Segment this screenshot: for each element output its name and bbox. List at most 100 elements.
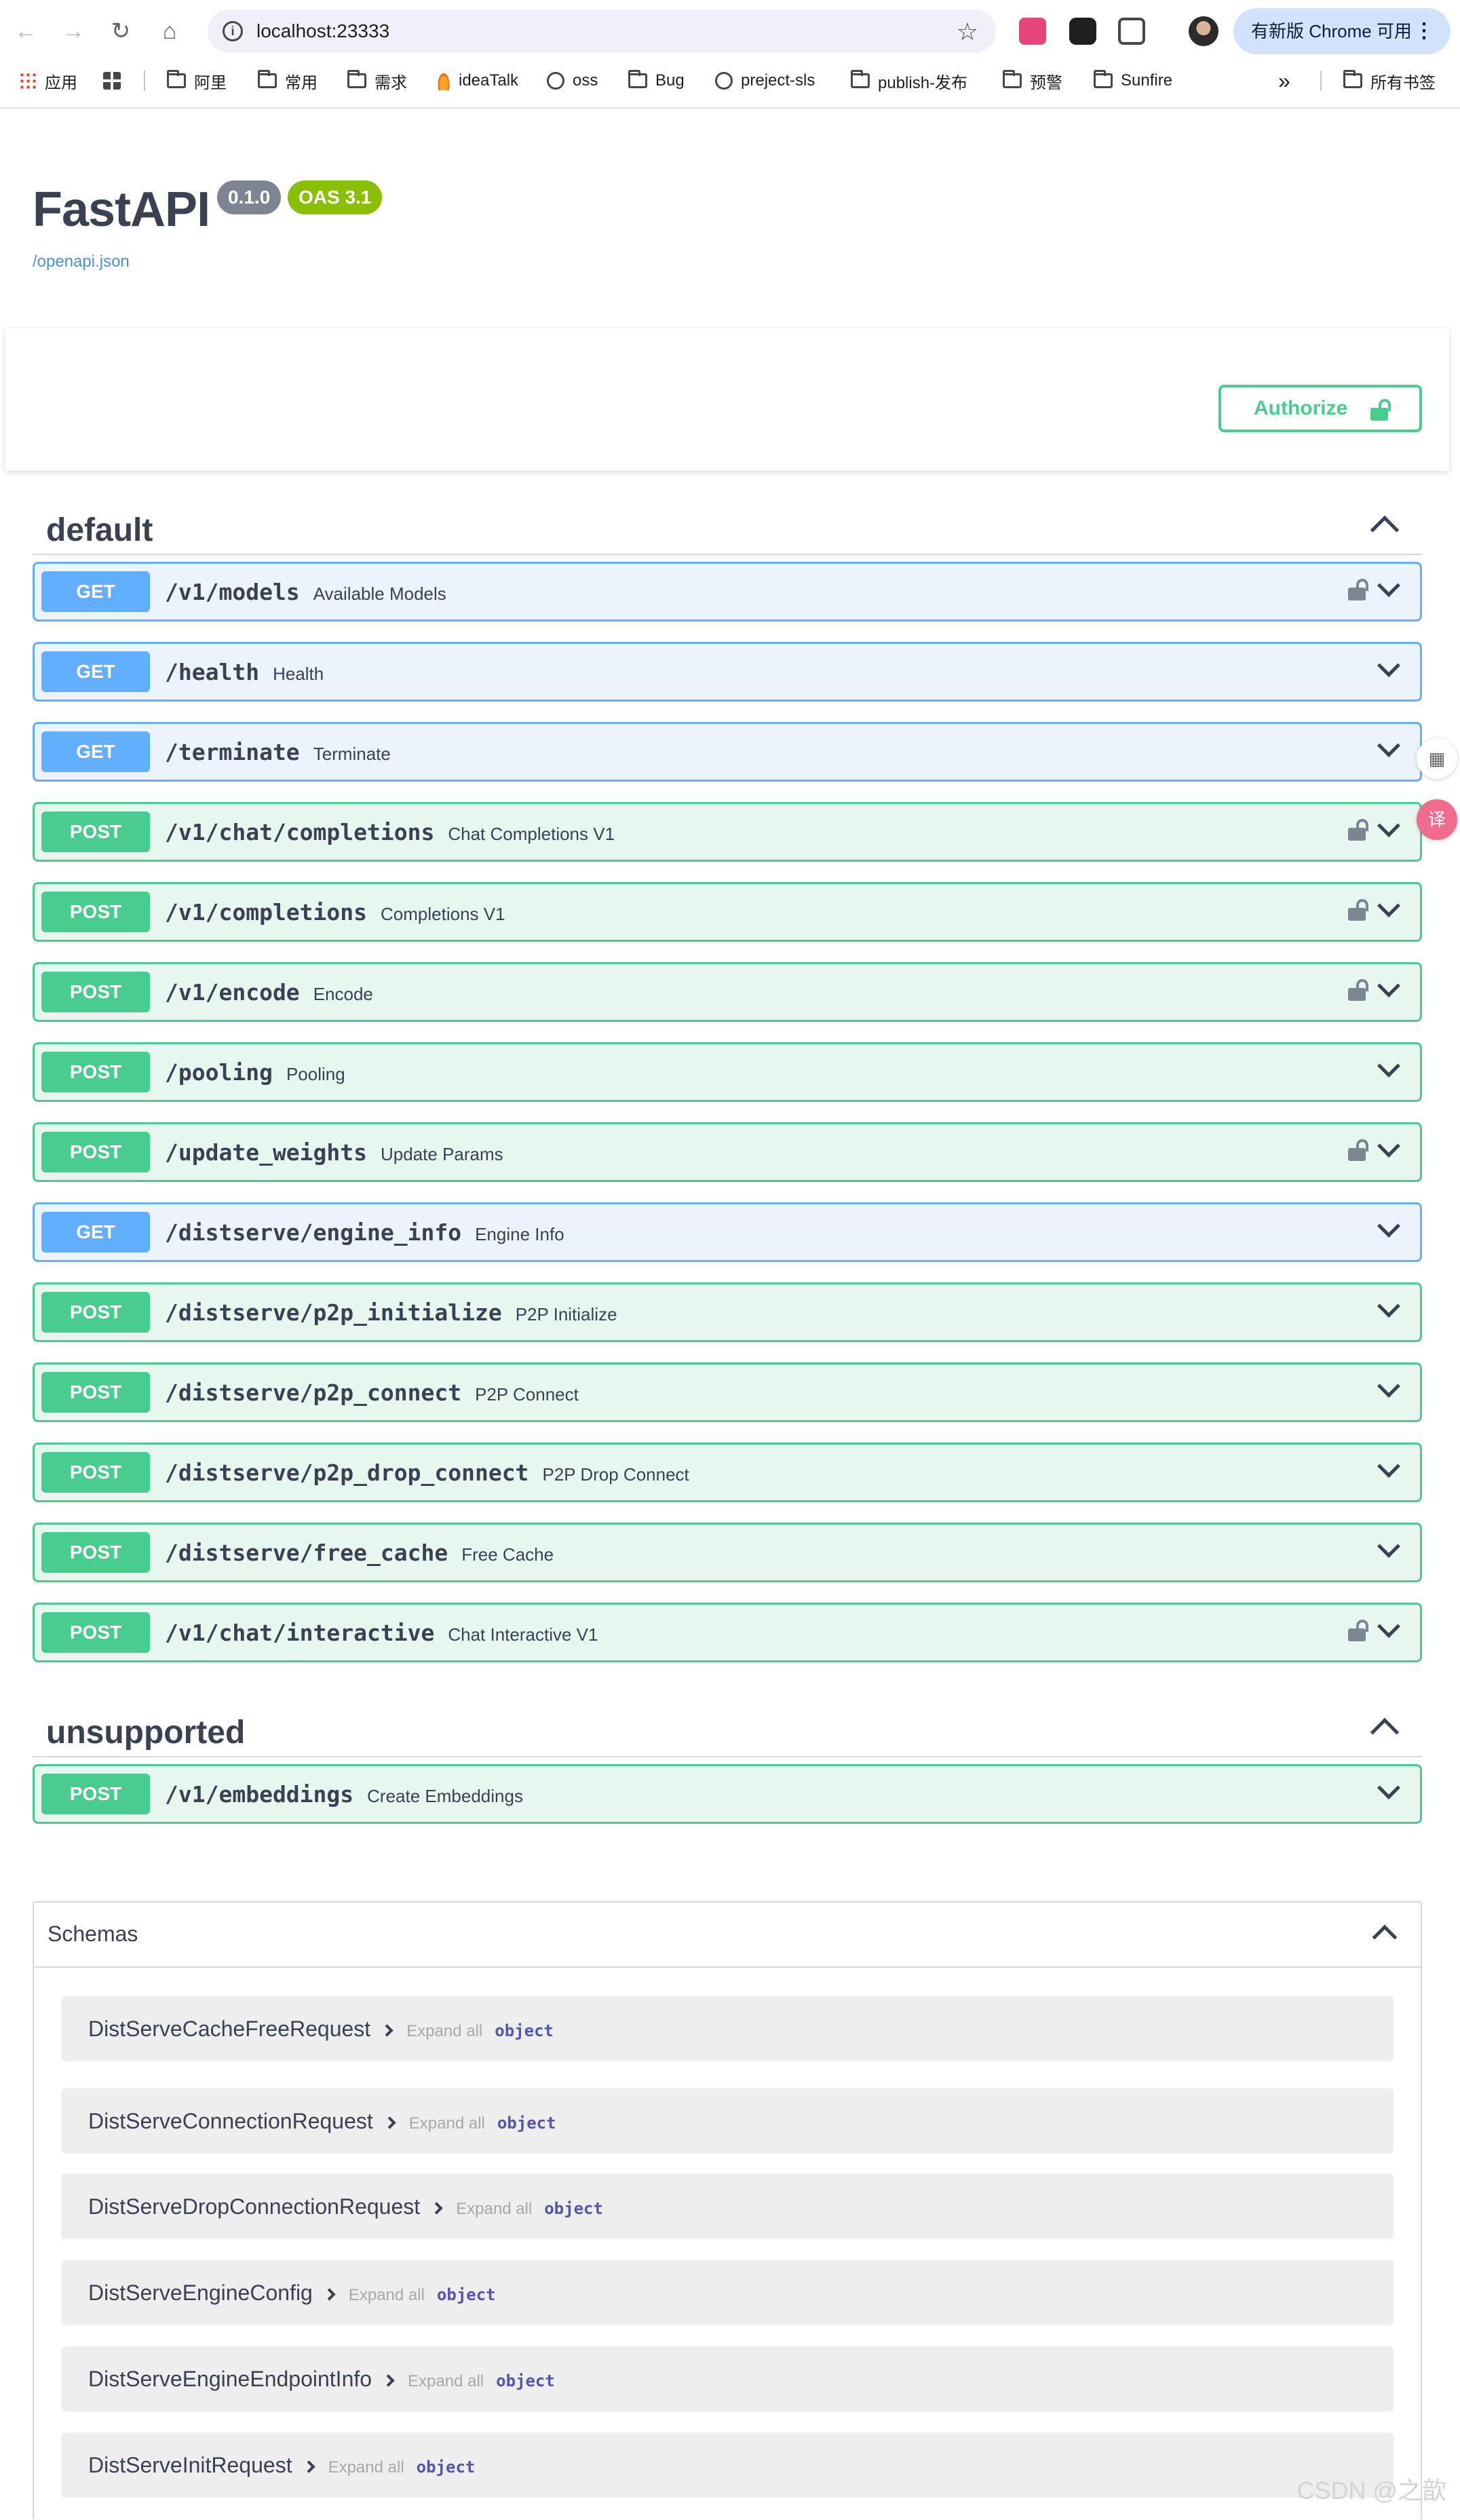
chevron-down-icon[interactable] [1377,1295,1400,1318]
opblock-post-v1-chat-completions[interactable]: POST/v1/chat/completions Chat Completions… [33,802,1422,862]
unlock-icon[interactable] [1348,1620,1368,1641]
bookmark-folder-bug[interactable]: Bug [628,62,685,99]
schema-model-title[interactable]: DistServeEngineEndpointInfo Expand all obj… [88,2367,555,2392]
bookmark-oss[interactable]: oss [547,62,598,99]
opblock-post-pooling[interactable]: POST/pooling Pooling [33,1042,1422,1102]
schemas-header[interactable]: Schemas [34,1903,1421,1968]
translate-extension-icon[interactable] [1019,18,1046,45]
chrome-update-button[interactable]: 有新版 Chrome 可用 ⋮ [1233,8,1451,54]
chevron-right-icon[interactable] [430,2202,443,2215]
bookmark-tab-groups[interactable] [103,62,129,99]
schema-model-title[interactable]: DistServeDropConnectionRequest Expand all… [88,2194,603,2219]
chevron-up-icon[interactable] [1370,1717,1400,1747]
chevron-right-icon[interactable] [383,2116,396,2129]
chevron-right-icon[interactable] [382,2374,395,2387]
chevron-down-icon[interactable] [1377,1054,1400,1077]
chevron-down-icon[interactable] [1377,1455,1400,1478]
bookmark-folder-requirements[interactable]: 需求 [347,62,407,99]
schema-model[interactable]: DistServeConnectionRequest Expand all obje… [61,2088,1394,2154]
unlock-icon[interactable] [1348,1139,1368,1161]
bookmark-apps[interactable]: 应用 [19,62,77,99]
chevron-down-icon[interactable] [1377,1615,1400,1638]
reload-icon[interactable]: ↻ [104,15,137,47]
more-menu-icon[interactable]: ⋮ [1414,8,1434,54]
opblock-get-distserve-engine_info[interactable]: GET/distserve/engine_info Engine Info [33,1202,1422,1262]
bookmark-folder-publish[interactable]: publish-发布 [851,62,967,99]
profile-avatar[interactable] [1189,16,1218,46]
bookmark-folder-alerts[interactable]: 预警 [1003,62,1062,99]
chevron-down-icon[interactable] [1377,1134,1400,1158]
bookmark-folder-ali[interactable]: 阿里 [167,62,227,99]
expand-all-link[interactable]: Expand all [349,2286,425,2304]
opblock-post-v1-embeddings[interactable]: POST/v1/embeddings Create Embeddings [33,1764,1422,1824]
back-arrow-icon[interactable]: ← [9,15,42,47]
chevron-right-icon[interactable] [323,2288,336,2301]
chevron-up-icon[interactable] [1372,1924,1398,1950]
tag-header-unsupported[interactable]: unsupported [33,1708,1422,1757]
opblock-post-distserve-p2p_initialize[interactable]: POST/distserve/p2p_initialize P2P Initial… [33,1282,1422,1342]
opblock-post-v1-completions[interactable]: POST/v1/completions Completions V1 [33,882,1422,942]
opblock-post-v1-chat-interactive[interactable]: POST/v1/chat/interactive Chat Interactive… [33,1603,1422,1662]
translate-button[interactable]: 译 [1417,799,1457,840]
address-url[interactable]: localhost:23333 [256,20,389,42]
schema-model[interactable]: DistServeEngineConfig Expand all object [61,2260,1394,2325]
chevron-right-icon[interactable] [381,2024,393,2037]
chevron-down-icon[interactable] [1377,894,1400,917]
tag-header-default[interactable]: default [33,506,1422,555]
forward-arrow-icon[interactable]: → [57,15,90,47]
bookmark-preject-sls[interactable]: preject-sls [715,62,815,99]
bookmarks-overflow-icon[interactable]: » [1278,62,1290,99]
schema-model[interactable]: DistServeInitRequest Expand all object [61,2432,1394,2498]
unlock-icon[interactable] [1348,899,1368,921]
home-icon[interactable]: ⌂ [153,15,186,47]
bookmark-all-bookmarks[interactable]: 所有书签 [1343,62,1436,99]
unlock-icon[interactable] [1348,979,1368,1001]
tag-title: unsupported [46,1715,246,1751]
authorize-button[interactable]: Authorize [1218,385,1422,432]
opblock-post-distserve-p2p_connect[interactable]: POST/distserve/p2p_connect P2P Connect [33,1362,1422,1422]
chevron-up-icon[interactable] [1370,515,1400,545]
reader-extension-icon[interactable] [1069,18,1096,45]
chevron-down-icon[interactable] [1377,1215,1400,1238]
chevron-down-icon[interactable] [1377,1535,1400,1558]
opblock-post-v1-encode[interactable]: POST/v1/encode Encode [33,962,1422,1022]
expand-all-link[interactable]: Expand all [406,2022,482,2040]
opblock-post-distserve-p2p_drop_connect[interactable]: POST/distserve/p2p_drop_connect P2P Drop … [33,1443,1422,1502]
qr-code-icon[interactable]: ▦ [1417,738,1457,779]
chevron-down-icon[interactable] [1377,654,1400,677]
unlock-icon[interactable] [1348,819,1368,841]
schema-model[interactable]: DistServeEngineEndpointInfo Expand all obj… [61,2346,1394,2411]
chevron-down-icon[interactable] [1377,574,1400,597]
opblock-get-v1-models[interactable]: GET/v1/models Available Models [33,562,1422,622]
bookmark-folder-sunfire[interactable]: Sunfire [1094,62,1172,99]
address-bar[interactable]: i localhost:23333 ☆ [208,9,996,53]
chevron-down-icon[interactable] [1377,734,1400,757]
expand-all-link[interactable]: Expand all [408,2372,484,2390]
expand-all-link[interactable]: Expand all [456,2200,532,2218]
chevron-down-icon[interactable] [1377,1776,1400,1799]
schema-model-title[interactable]: DistServeCacheFreeRequest Expand all objec… [88,2017,554,2042]
opblock-get-health[interactable]: GET/health Health [33,642,1422,702]
bookmark-star-icon[interactable]: ☆ [957,18,978,46]
chevron-down-icon[interactable] [1377,974,1400,997]
unlock-icon[interactable] [1348,579,1368,600]
schema-model[interactable]: DistServeCacheFreeRequest Expand all objec… [61,1996,1394,2061]
chevron-right-icon[interactable] [302,2460,315,2473]
opblock-get-terminate[interactable]: GET/terminate Terminate [33,722,1422,782]
opblock-post-update_weights[interactable]: POST/update_weights Update Params [33,1122,1422,1182]
site-info-icon[interactable]: i [223,21,243,41]
schema-model-title[interactable]: DistServeInitRequest Expand all object [88,2453,475,2478]
chevron-down-icon[interactable] [1377,814,1400,837]
expand-all-link[interactable]: Expand all [409,2114,485,2133]
schema-model[interactable]: DistServeDropConnectionRequest Expand all… [61,2174,1394,2239]
extensions-puzzle-icon[interactable] [1118,18,1145,45]
schema-model-title[interactable]: DistServeEngineConfig Expand all object [88,2280,496,2306]
operation-path-text: /v1/encode [165,979,300,1006]
bookmark-folder-common[interactable]: 常用 [258,62,318,99]
chevron-down-icon[interactable] [1377,1375,1400,1398]
schema-model-title[interactable]: DistServeConnectionRequest Expand all obje… [88,2109,556,2134]
expand-all-link[interactable]: Expand all [328,2458,404,2477]
opblock-post-distserve-free_cache[interactable]: POST/distserve/free_cache Free Cache [33,1523,1422,1582]
bookmark-ideatalk[interactable]: ideaTalk [437,62,518,99]
openapi-spec-link[interactable]: /openapi.json [33,252,130,271]
